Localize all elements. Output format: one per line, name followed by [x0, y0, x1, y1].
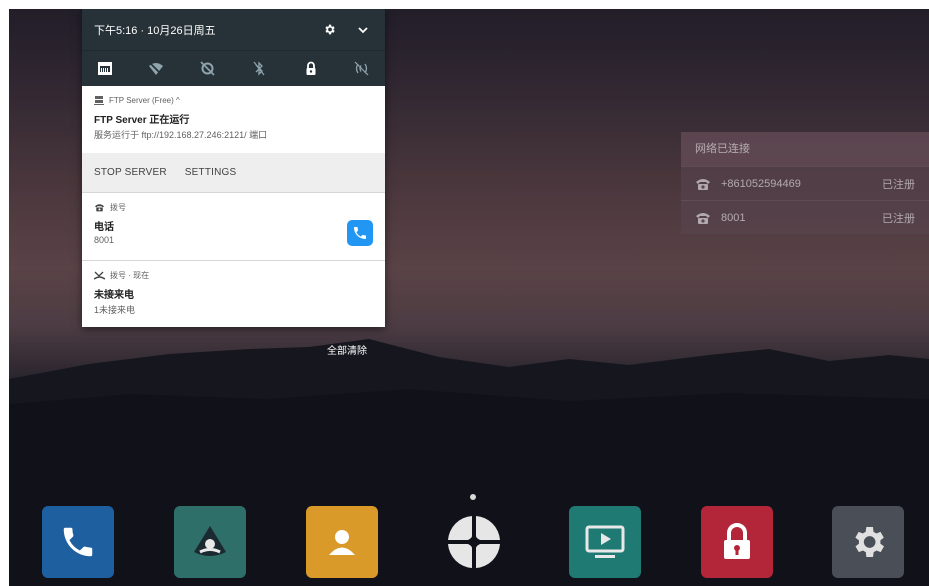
notification-text: 服务运行于 ftp://192.168.27.246:2121/ 端口 — [94, 130, 268, 140]
notification-title: 未接来电 — [94, 290, 134, 301]
telephone-icon — [696, 212, 710, 224]
account-number: +861052594469 — [721, 177, 801, 190]
dialer-notification[interactable]: 拨号 电话 8001 — [82, 193, 385, 261]
account-row: +861052594469 已注册 — [681, 166, 929, 200]
stop-server-button[interactable]: STOP SERVER — [94, 167, 167, 178]
notification-app-row: 拨号 · 现在 — [94, 269, 373, 281]
gear-icon — [855, 527, 884, 557]
conference-app[interactable] — [174, 506, 246, 578]
account-number: 8001 — [721, 211, 746, 224]
notification-app-row: FTP Server (Free) ^ — [94, 94, 373, 106]
ftp-server-icon — [94, 96, 104, 105]
pinwheel-icon — [448, 516, 500, 568]
conference-icon — [194, 526, 226, 556]
lock-icon — [724, 523, 750, 559]
telephone-icon — [696, 178, 710, 190]
notification-app-name: 拨号 — [110, 202, 126, 212]
contacts-icon — [329, 530, 355, 555]
notification-shade: 下午5:16 · 10月26日周五 FTP Server (Free) ^ FT… — [82, 9, 385, 327]
page-indicator — [470, 494, 476, 500]
account-row: 8001 已注册 — [681, 200, 929, 234]
lock-icon[interactable] — [300, 58, 322, 80]
notification-title: 电话 — [94, 222, 114, 233]
account-status: 已注册 — [882, 212, 915, 225]
missed-call-icon — [94, 271, 105, 280]
gear-icon[interactable] — [319, 20, 339, 40]
ftp-server-notification[interactable]: FTP Server (Free) ^ FTP Server 正在运行 服务运行… — [82, 86, 385, 153]
lock-app[interactable] — [701, 506, 773, 578]
chevron-down-icon[interactable] — [353, 20, 373, 40]
phone-icon[interactable] — [347, 220, 373, 246]
wifi-off-icon[interactable] — [145, 58, 167, 80]
phone-icon — [63, 527, 93, 557]
network-status-title: 网络已连接 — [681, 132, 929, 166]
sip-status-widget: 网络已连接 +861052594469 已注册 8001 已注册 — [681, 132, 929, 234]
notification-text: 1未接来电 — [94, 305, 136, 315]
telephone-icon — [95, 203, 104, 211]
bluetooth-off-icon[interactable] — [248, 58, 270, 80]
settings-button[interactable]: SETTINGS — [185, 167, 237, 178]
presentation-app[interactable] — [569, 506, 641, 578]
notification-app-name: 拨号 · 现在 — [110, 270, 150, 280]
quick-settings-tiles — [82, 50, 385, 86]
settings-app[interactable] — [832, 506, 904, 578]
ftp-notification-actions: STOP SERVER SETTINGS — [82, 153, 385, 193]
contacts-app[interactable] — [306, 506, 378, 578]
missed-call-notification[interactable]: 拨号 · 现在 未接来电 1未接来电 — [82, 261, 385, 327]
ethernet-icon[interactable] — [94, 58, 116, 80]
notification-app-name: FTP Server (Free) ^ — [109, 95, 180, 105]
notification-title: FTP Server 正在运行 — [94, 115, 190, 126]
home-screen: 网络已连接 +861052594469 已注册 8001 已注册 下午5:16 … — [9, 9, 929, 586]
notification-text: 8001 — [94, 235, 115, 245]
pinwheel-app[interactable] — [438, 506, 510, 578]
sync-off-icon[interactable] — [197, 58, 219, 80]
date-time: 下午5:16 · 10月26日周五 — [94, 24, 216, 37]
clear-all-button[interactable]: 全部清除 — [327, 342, 367, 357]
quick-settings-header: 下午5:16 · 10月26日周五 — [82, 9, 385, 50]
notification-app-row: 拨号 — [94, 201, 373, 213]
account-status: 已注册 — [882, 178, 915, 191]
phone-app[interactable] — [42, 506, 114, 578]
presentation-icon — [585, 525, 625, 558]
nfc-off-icon[interactable] — [351, 58, 373, 80]
